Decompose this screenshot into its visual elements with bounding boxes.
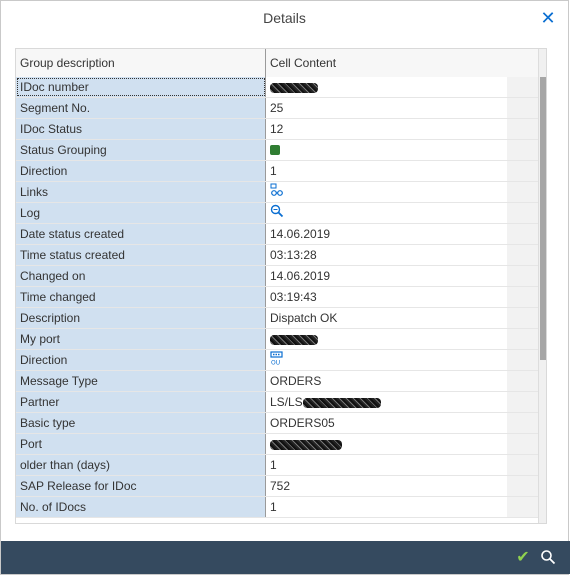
checkmark-icon[interactable]: ✔ xyxy=(514,549,532,567)
details-dialog: Details ✕ Group description Cell Content… xyxy=(0,0,570,575)
table-row[interactable]: No. of IDocs 1 xyxy=(16,497,538,518)
row-label[interactable]: Time status created xyxy=(16,245,266,265)
row-label[interactable]: Basic type xyxy=(16,413,266,433)
row-label[interactable]: Links xyxy=(16,182,266,202)
table-row[interactable]: older than (days) 1 xyxy=(16,455,538,476)
row-value[interactable]: OU xyxy=(266,350,507,370)
table-row[interactable]: Partner LS/LS xyxy=(16,392,538,413)
table-row[interactable]: Basic type ORDERS05 xyxy=(16,413,538,434)
table-row[interactable]: My port xyxy=(16,329,538,350)
redacted-value xyxy=(270,82,318,93)
table-row[interactable]: Time changed 03:19:43 xyxy=(16,287,538,308)
row-value[interactable]: 25 xyxy=(266,98,507,118)
table-row[interactable]: IDoc Status 12 xyxy=(16,119,538,140)
row-label[interactable]: Message Type xyxy=(16,371,266,391)
row-value[interactable]: 03:19:43 xyxy=(266,287,507,307)
dialog-title: Details xyxy=(263,10,306,26)
row-label[interactable]: Partner xyxy=(16,392,266,412)
table-row[interactable]: Links xyxy=(16,182,538,203)
table-row[interactable]: IDoc number xyxy=(16,77,538,98)
table-row[interactable]: Direction OU xyxy=(16,350,538,371)
row-value[interactable]: 1 xyxy=(266,455,507,475)
partner-value: LS/LS xyxy=(270,395,303,409)
table-row[interactable]: Segment No. 25 xyxy=(16,98,538,119)
table-body: IDoc number Segment No. 25 IDoc Status 12 Sta… xyxy=(16,77,538,518)
row-value[interactable]: 1 xyxy=(266,497,507,517)
row-value[interactable] xyxy=(266,203,507,223)
row-value[interactable] xyxy=(266,140,507,160)
row-value[interactable]: 752 xyxy=(266,476,507,496)
row-label[interactable]: Date status created xyxy=(16,224,266,244)
table-row[interactable]: SAP Release for IDoc 752 xyxy=(16,476,538,497)
row-label[interactable]: SAP Release for IDoc xyxy=(16,476,266,496)
log-icon[interactable] xyxy=(270,204,284,223)
column-header-cell-content[interactable]: Cell Content xyxy=(266,49,538,77)
row-value[interactable]: ORDERS xyxy=(266,371,507,391)
vertical-scrollbar[interactable] xyxy=(538,49,546,523)
scrollbar-thumb[interactable] xyxy=(540,77,546,360)
redacted-value xyxy=(302,397,381,408)
row-label[interactable]: Changed on xyxy=(16,266,266,286)
row-label[interactable]: Port xyxy=(16,434,266,454)
row-label[interactable]: Direction xyxy=(16,161,266,181)
table-row[interactable]: Time status created 03:13:28 xyxy=(16,245,538,266)
row-label[interactable]: IDoc Status xyxy=(16,119,266,139)
row-label[interactable]: Log xyxy=(16,203,266,223)
row-value[interactable]: ORDERS05 xyxy=(266,413,507,433)
details-table: Group description Cell Content IDoc numb… xyxy=(15,48,547,524)
row-value[interactable]: LS/LS xyxy=(266,392,507,412)
row-value[interactable]: Dispatch OK xyxy=(266,308,507,328)
table-header: Group description Cell Content xyxy=(16,49,538,78)
outbound-direction-icon: OU xyxy=(270,351,284,370)
row-label[interactable]: No. of IDocs xyxy=(16,497,266,517)
row-value[interactable] xyxy=(266,182,507,202)
row-value[interactable] xyxy=(266,434,507,454)
row-label[interactable]: Time changed xyxy=(16,287,266,307)
table-row[interactable]: Message Type ORDERS xyxy=(16,371,538,392)
row-label[interactable]: Description xyxy=(16,308,266,328)
table-row[interactable]: Log xyxy=(16,203,538,224)
row-label[interactable]: My port xyxy=(16,329,266,349)
table-row[interactable]: Port xyxy=(16,434,538,455)
table-row[interactable]: Direction 1 xyxy=(16,161,538,182)
row-value[interactable]: 12 xyxy=(266,119,507,139)
row-label[interactable]: Status Grouping xyxy=(16,140,266,160)
search-icon[interactable] xyxy=(540,549,558,567)
redacted-value xyxy=(270,334,318,345)
row-value[interactable]: 03:13:28 xyxy=(266,245,507,265)
row-value[interactable]: 1 xyxy=(266,161,507,181)
table-row[interactable]: Changed on 14.06.2019 xyxy=(16,266,538,287)
links-icon[interactable] xyxy=(270,183,284,202)
row-label[interactable]: older than (days) xyxy=(16,455,266,475)
dialog-footer: ✔ xyxy=(1,541,570,574)
status-green-icon xyxy=(270,144,280,155)
table-row[interactable]: Description Dispatch OK xyxy=(16,308,538,329)
row-label[interactable]: Direction xyxy=(16,350,266,370)
column-header-group-description[interactable]: Group description xyxy=(16,49,266,77)
table-row[interactable]: Date status created 14.06.2019 xyxy=(16,224,538,245)
row-value[interactable] xyxy=(266,77,507,97)
svg-text:OU: OU xyxy=(271,359,280,365)
row-value[interactable]: 14.06.2019 xyxy=(266,224,507,244)
redacted-value xyxy=(270,439,342,450)
row-label[interactable]: IDoc number xyxy=(16,77,266,97)
table-row[interactable]: Status Grouping xyxy=(16,140,538,161)
row-value[interactable] xyxy=(266,329,507,349)
close-icon[interactable]: ✕ xyxy=(540,9,556,27)
row-value[interactable]: 14.06.2019 xyxy=(266,266,507,286)
row-label[interactable]: Segment No. xyxy=(16,98,266,118)
